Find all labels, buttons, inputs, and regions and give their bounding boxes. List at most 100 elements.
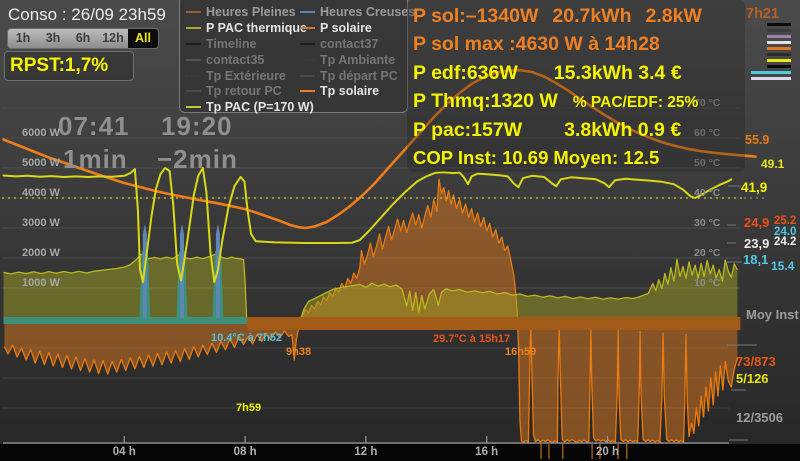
stats-value: % PAC/EDF: 25% — [573, 94, 698, 111]
time-axis-label: 20 h — [591, 446, 625, 458]
legend-item-p-pac-thermique[interactable]: P PAC thermique — [185, 20, 314, 36]
legend-item-timeline[interactable]: Timeline — [185, 36, 314, 52]
right-axis-label: 23,9 — [744, 236, 769, 251]
legend-swatch-icon — [300, 11, 315, 13]
temp-axis-label: 40 °C — [694, 187, 720, 199]
legend-item-label: contact37 — [320, 37, 378, 51]
legend-swatch-icon — [300, 43, 315, 45]
power-axis-label: 6000 W — [22, 127, 60, 139]
legend-item-label: Tp Ambiante — [320, 53, 395, 67]
stats-row-4: P Thmq:1320 W % PAC/EDF: 25% — [413, 87, 745, 115]
energy-dashboard: 07:4119:201min−2min10.4°C à 7h529h3829.7… — [0, 0, 800, 461]
legend-item-label: Heures Creuses — [320, 5, 415, 19]
time-range-selector: 1h3h6h12hAll — [8, 29, 158, 48]
legend-item-tp-retour-pc[interactable]: Tp retour PC — [185, 83, 314, 99]
legend-item-label: Tp PAC (P=170 W) — [206, 100, 314, 114]
chart-annotation: 7h59 — [236, 402, 261, 414]
temp-axis-label: 20 °C — [694, 247, 720, 259]
series-color-bar — [767, 29, 791, 32]
stats-value: P pac:157W — [413, 119, 522, 141]
legend-swatch-icon — [300, 90, 315, 92]
right-axis-label: Moy Inst — [746, 307, 799, 322]
legend-item-label: P PAC thermique — [206, 21, 307, 35]
legend-item-p-solaire[interactable]: P solaire — [299, 20, 415, 36]
right-axis-label: 55.9 — [745, 133, 769, 147]
legend-item-label: contact35 — [206, 53, 264, 67]
stats-value: Moyen: 12.5 — [553, 147, 659, 168]
time-axis-label: 08 h — [228, 446, 262, 458]
power-axis-label: 5000 W — [22, 157, 60, 169]
stats-row-6: COP Inst: 10.69Moyen: 12.5 — [413, 144, 745, 172]
chart-legend: Heures PleinesP PAC thermique Timeline con… — [179, 0, 408, 113]
legend-swatch-icon — [186, 11, 201, 13]
sun-hours-label: 7h21 — [746, 6, 779, 22]
time-marker-label: 1min — [63, 144, 128, 175]
stats-row-2: P sol max :4630 W à 14h28 — [413, 30, 745, 58]
stats-value: 15.3kWh 3.4 € — [554, 62, 682, 84]
right-axis-label: 5/126 — [736, 371, 769, 386]
power-axis-label: 3000 W — [22, 217, 60, 229]
power-axis-label: 2000 W — [22, 247, 60, 259]
legend-column: Heures CreusesP solairecontact37 Tp Ambia… — [299, 4, 415, 99]
legend-item-tp-solaire[interactable]: Tp solaire — [299, 83, 415, 99]
chart-annotation: 16h59 — [505, 346, 536, 358]
stats-value: P Thmq:1320 W — [413, 90, 558, 112]
legend-item-label: Timeline — [206, 37, 256, 51]
stats-row-3: P edf:636W 15.3kWh 3.4 € — [413, 59, 745, 87]
time-axis-label: 12 h — [349, 446, 383, 458]
legend-item-tp-ambiante[interactable]: Tp Ambiante — [299, 52, 415, 68]
stats-value: P edf:636W — [413, 62, 518, 84]
right-axis-label: 12/3506 — [736, 410, 783, 425]
legend-swatch-icon — [186, 75, 201, 77]
legend-item-heures-pleines[interactable]: Heures Pleines — [185, 4, 314, 20]
series-color-bar — [751, 77, 791, 80]
time-axis-label: 04 h — [107, 446, 141, 458]
rpst-badge: RPST:1,7% — [4, 51, 134, 81]
stats-value: P sol:–1340W — [413, 5, 538, 27]
range-button-3h[interactable]: 3h — [38, 29, 68, 48]
stats-panel: P sol:–1340W20.7kWh2.8kWP sol max :4630 … — [407, 0, 745, 172]
chart-annotation: 9h38 — [286, 346, 311, 358]
stats-value: COP Inst: 10.69 — [413, 147, 548, 168]
series-color-bar — [767, 59, 791, 62]
chart-annotation: 29.7°C à 15h17 — [433, 333, 510, 345]
right-axis-label: 24.2 — [774, 236, 796, 248]
page-title: Conso : 26/09 23h59 — [8, 5, 166, 25]
chart-annotation: 10.4°C à 7h52 — [211, 332, 282, 344]
legend-item-contact37[interactable]: contact37 — [299, 36, 415, 52]
right-axis-label: 73/873 — [736, 354, 776, 369]
legend-swatch-icon — [186, 59, 201, 61]
legend-item-heures-creuses[interactable]: Heures Creuses — [299, 4, 415, 20]
series-color-bar — [767, 35, 791, 38]
power-axis-label: 4000 W — [22, 187, 60, 199]
stats-row-5: P pac:157W3.8kWh 0.9 € — [413, 116, 745, 144]
series-color-stack — [767, 23, 791, 83]
range-button-1h[interactable]: 1h — [8, 29, 38, 48]
legend-item-contact35[interactable]: contact35 — [185, 52, 314, 68]
time-marker-label: −2min — [157, 144, 238, 175]
temp-axis-label: 10 °C — [694, 277, 720, 289]
range-button-all[interactable]: All — [128, 29, 158, 48]
range-button-6h[interactable]: 6h — [68, 29, 98, 48]
series-color-bar — [767, 41, 791, 44]
right-axis-label: 49.1 — [761, 157, 784, 171]
legend-item-tp-ext-rieure[interactable]: Tp Extérieure — [185, 68, 314, 84]
right-axis-label: 24,9 — [744, 215, 769, 230]
legend-swatch-icon — [300, 27, 315, 29]
time-marker-label: 07:41 — [58, 111, 130, 142]
range-button-12h[interactable]: 12h — [98, 29, 128, 48]
series-color-bar — [767, 65, 791, 68]
series-color-bar — [767, 23, 791, 26]
legend-swatch-icon — [300, 59, 315, 61]
legend-item-tp-pac-p-170-w-[interactable]: Tp PAC (P=170 W) — [185, 99, 314, 115]
legend-item-tp-d-part-pc[interactable]: Tp départ PC — [299, 68, 415, 84]
legend-swatch-icon — [186, 106, 201, 108]
right-axis-label: 41,9 — [741, 180, 767, 195]
legend-column: Heures PleinesP PAC thermique Timeline con… — [185, 4, 314, 115]
series-color-bar — [767, 47, 791, 50]
series-color-bar — [767, 53, 791, 56]
series-color-bar — [751, 71, 791, 74]
legend-swatch-icon — [300, 75, 315, 77]
right-axis-label: 15.4 — [771, 259, 794, 273]
legend-swatch-icon — [186, 90, 201, 92]
